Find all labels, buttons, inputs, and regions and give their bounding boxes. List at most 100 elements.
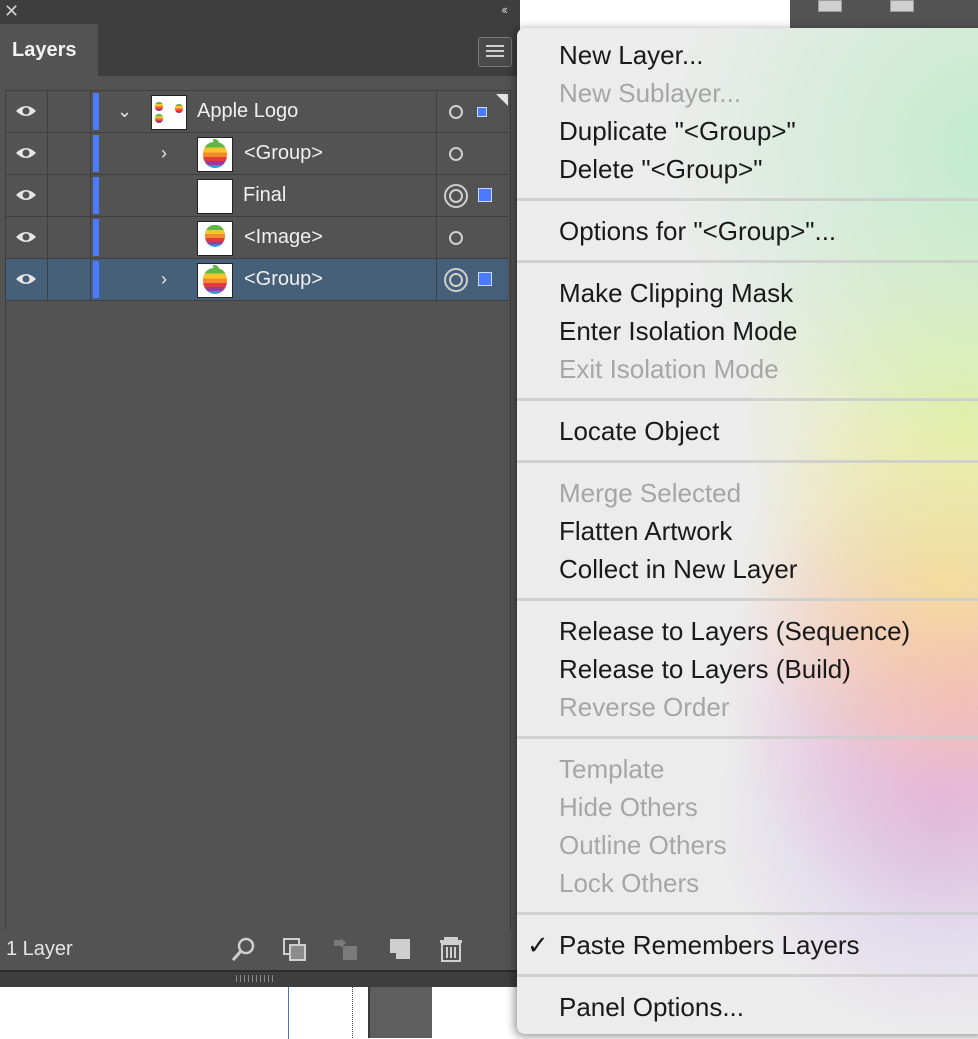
- layer-thumbnail: [197, 221, 233, 256]
- layer-name: Apple Logo: [197, 100, 299, 122]
- menu-separator: [517, 260, 978, 263]
- checkmark-icon: ✓: [527, 930, 549, 960]
- lock-toggle[interactable]: [48, 91, 91, 132]
- toolbar-icon[interactable]: [890, 0, 914, 12]
- menu-item-hide-others: Hide Others: [559, 792, 698, 822]
- layer-color-bar: [93, 261, 99, 298]
- menu-separator: [517, 398, 978, 401]
- chevron-right-icon[interactable]: ›: [161, 133, 167, 174]
- menu-item-panel-options[interactable]: Panel Options...: [559, 988, 744, 1026]
- guide-line: [352, 985, 353, 1038]
- lock-toggle[interactable]: [48, 133, 91, 174]
- lock-toggle[interactable]: [48, 175, 91, 216]
- layers-panel-menu: New Layer... New Sublayer... Duplicate "…: [517, 28, 978, 1034]
- chevron-right-icon[interactable]: ›: [161, 259, 167, 300]
- current-layer-indicator: [496, 94, 508, 106]
- layer-row-group[interactable]: › <Group>: [6, 133, 508, 175]
- tab-layers-label: Layers: [12, 39, 77, 61]
- layer-row-final[interactable]: Final: [6, 175, 508, 217]
- canvas-area-bottom: [0, 985, 520, 1039]
- menu-item-collect-in-new-layer[interactable]: Collect in New Layer: [559, 550, 797, 588]
- pasteboard-strip: [368, 985, 432, 1038]
- layer-name: Final: [243, 184, 287, 206]
- menu-separator: [517, 912, 978, 915]
- panel-menu-button[interactable]: [478, 37, 512, 67]
- toolbar-icon[interactable]: [818, 0, 842, 12]
- selection-indicator[interactable]: [478, 272, 492, 286]
- target-icon[interactable]: [449, 147, 463, 161]
- visibility-toggle[interactable]: [6, 175, 48, 216]
- menu-item-make-clipping-mask[interactable]: Make Clipping Mask: [559, 274, 793, 312]
- target-icon[interactable]: [449, 105, 463, 119]
- layers-list: ⌄ Apple Logo › <Group> Final <Image> › <…: [5, 90, 511, 932]
- new-sublayer-icon[interactable]: [331, 934, 361, 964]
- menu-item-release-sequence[interactable]: Release to Layers (Sequence): [559, 612, 910, 650]
- panel-resize-handle[interactable]: [0, 970, 520, 987]
- layer-color-bar: [93, 219, 99, 256]
- target-icon[interactable]: [444, 268, 468, 292]
- layer-color-bar: [93, 135, 99, 172]
- menu-item-template: Template: [559, 754, 665, 784]
- visibility-toggle[interactable]: [6, 217, 48, 258]
- chevron-down-icon[interactable]: ⌄: [117, 91, 132, 132]
- layer-color-bar: [93, 93, 99, 130]
- lock-toggle[interactable]: [48, 217, 91, 258]
- panel-tab-row: Layers: [0, 24, 520, 76]
- menu-item-merge-selected: Merge Selected: [559, 478, 742, 508]
- menu-item-flatten-artwork[interactable]: Flatten Artwork: [559, 512, 732, 550]
- trash-icon[interactable]: [436, 934, 466, 964]
- menu-item-paste-remembers-layers[interactable]: Paste Remembers Layers: [559, 926, 860, 964]
- eye-icon: [16, 232, 36, 242]
- menu-separator: [517, 736, 978, 739]
- menu-separator: [517, 598, 978, 601]
- layer-row-image[interactable]: <Image>: [6, 217, 508, 259]
- layer-name: <Group>: [244, 268, 323, 290]
- eye-icon: [16, 274, 36, 284]
- artboard-edge: [0, 985, 289, 1039]
- menu-item-options[interactable]: Options for "<Group>"...: [559, 212, 836, 250]
- layer-thumbnail: [197, 137, 233, 172]
- lock-toggle[interactable]: [48, 259, 91, 300]
- layer-color-bar: [93, 177, 99, 214]
- target-icon[interactable]: [449, 231, 463, 245]
- menu-separator: [517, 974, 978, 977]
- close-icon[interactable]: ✕: [4, 0, 19, 22]
- menu-separator: [517, 460, 978, 463]
- panel-titlebar: ✕ ‹‹: [0, 0, 520, 24]
- menu-item-new-layer[interactable]: New Layer...: [559, 36, 704, 74]
- menu-item-enter-isolation-mode[interactable]: Enter Isolation Mode: [559, 312, 797, 350]
- tab-layers[interactable]: Layers: [0, 24, 98, 76]
- target-icon[interactable]: [444, 184, 468, 208]
- layer-row-group-selected[interactable]: › <Group>: [6, 259, 508, 301]
- search-icon[interactable]: [229, 934, 259, 964]
- layer-thumbnail: [197, 263, 233, 298]
- layers-panel: ✕ ‹‹ Layers ⌄ Apple Logo › <Group> Final…: [0, 0, 520, 987]
- menu-item-release-build[interactable]: Release to Layers (Build): [559, 650, 851, 688]
- panel-footer: 1 Layer: [0, 930, 520, 970]
- menu-separator: [517, 198, 978, 201]
- menu-item-delete[interactable]: Delete "<Group>": [559, 150, 762, 188]
- menu-item-lock-others: Lock Others: [559, 868, 700, 898]
- layer-thumbnail: [151, 95, 187, 130]
- layer-name: <Group>: [244, 142, 323, 164]
- menu-item-outline-others: Outline Others: [559, 830, 727, 860]
- visibility-toggle[interactable]: [6, 133, 48, 174]
- collapse-icon[interactable]: ‹‹: [501, 2, 508, 17]
- eye-icon: [16, 106, 36, 116]
- selection-indicator[interactable]: [478, 188, 492, 202]
- layer-count: 1 Layer: [6, 938, 73, 960]
- layer-thumbnail: [197, 179, 233, 214]
- visibility-toggle[interactable]: [6, 91, 48, 132]
- menu-item-duplicate[interactable]: Duplicate "<Group>": [559, 112, 796, 150]
- visibility-toggle[interactable]: [6, 259, 48, 300]
- canvas-area-top: [520, 0, 790, 30]
- new-layer-icon[interactable]: [385, 934, 415, 964]
- layer-row-apple-logo[interactable]: ⌄ Apple Logo: [6, 91, 508, 133]
- clipping-mask-icon[interactable]: [280, 934, 310, 964]
- menu-item-locate-object[interactable]: Locate Object: [559, 412, 719, 450]
- toolbar-fragment: [790, 0, 978, 30]
- eye-icon: [16, 190, 36, 200]
- layer-name: <Image>: [244, 226, 323, 248]
- selection-indicator[interactable]: [477, 107, 487, 117]
- menu-item-exit-isolation-mode: Exit Isolation Mode: [559, 354, 779, 384]
